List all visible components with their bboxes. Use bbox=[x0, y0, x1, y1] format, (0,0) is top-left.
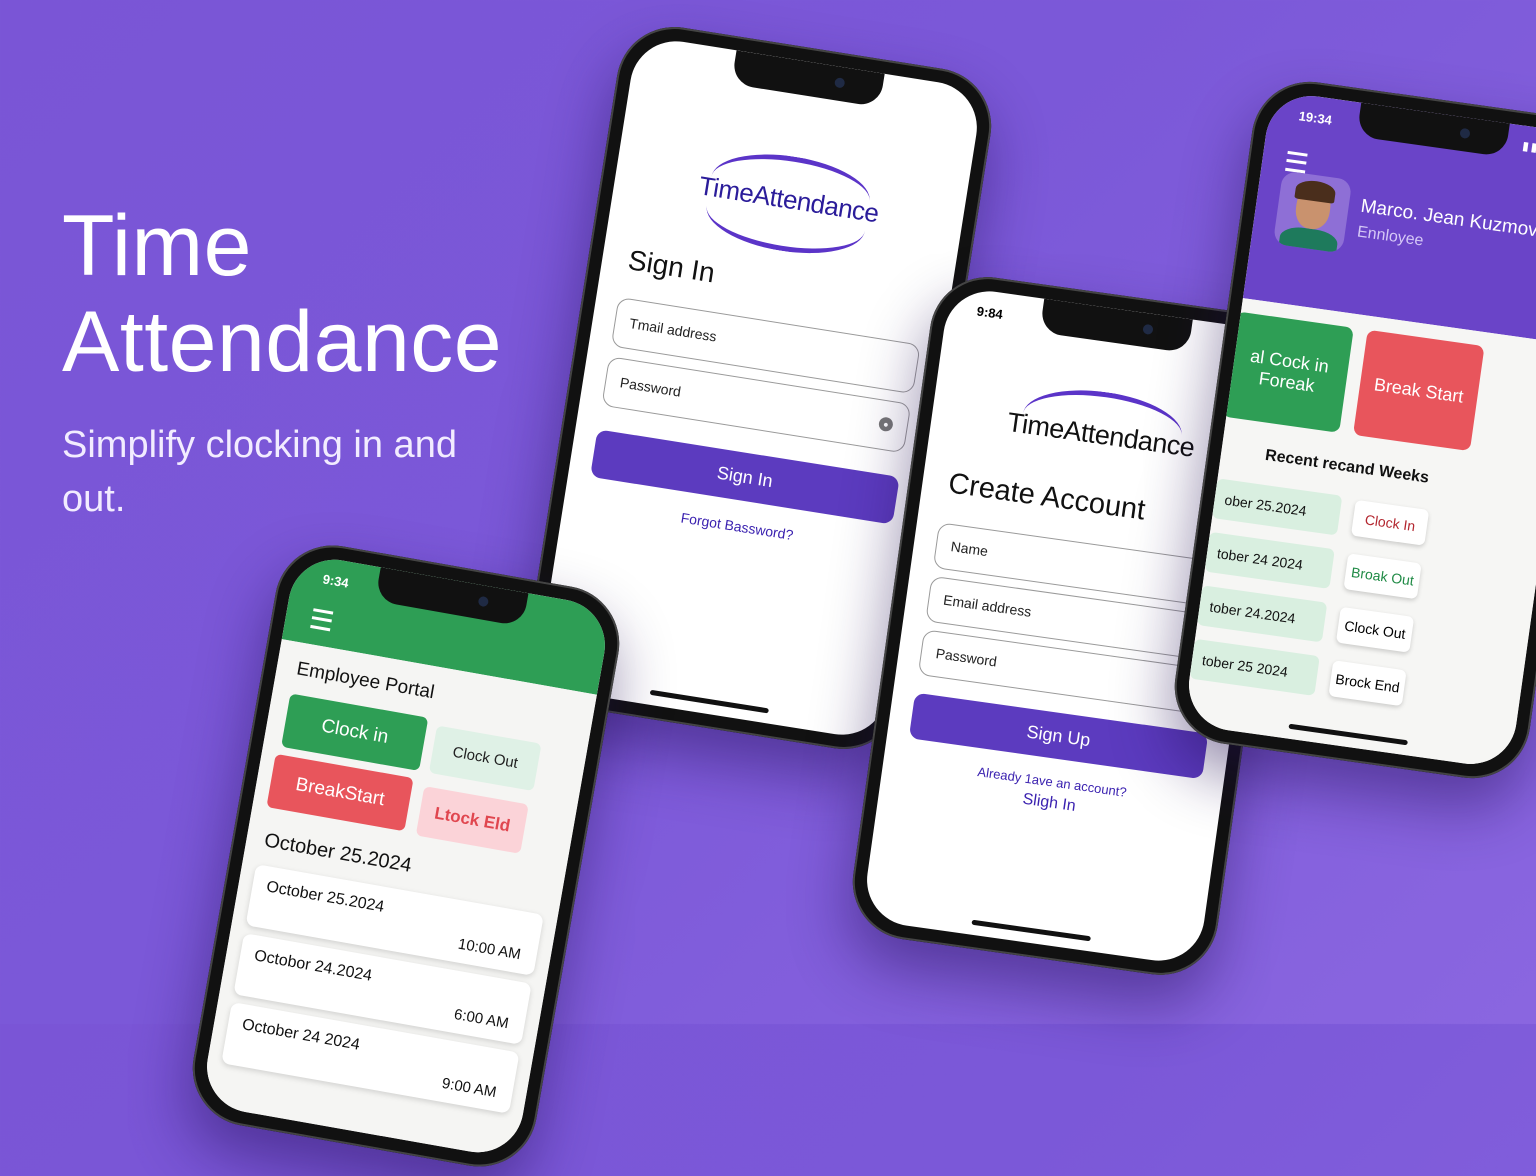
password-placeholder: Password bbox=[618, 374, 683, 400]
sign-in-title: Sign In bbox=[626, 244, 718, 289]
camera-icon bbox=[1142, 323, 1154, 336]
name-placeholder: Name bbox=[949, 538, 990, 560]
phone-employee-portal: 9:34 Employee Portal Clock in Clock Out … bbox=[183, 536, 629, 1176]
employee-portal-screen: 9:34 Employee Portal Clock in Clock Out … bbox=[199, 552, 613, 1160]
clock-end-button[interactable]: Ltock Eld bbox=[415, 786, 529, 854]
entry-time: 9:00 AM bbox=[440, 1074, 498, 1102]
clock-in-break-button[interactable]: al Cock in Foreak bbox=[1222, 311, 1354, 433]
app-logo: TimeAttendance bbox=[663, 138, 914, 264]
profile-screen: 19:34 ▮▮ ◔ ▭ Marco. Jean Kuzmov Ennloyee… bbox=[1183, 90, 1536, 770]
menu-icon[interactable] bbox=[1285, 150, 1308, 174]
password-placeholder: Password bbox=[934, 645, 998, 670]
status-time: 9:84 bbox=[975, 303, 1004, 322]
camera-icon bbox=[834, 77, 846, 89]
status-time: 9:34 bbox=[321, 571, 350, 591]
email-placeholder: Tmail address bbox=[628, 315, 718, 345]
entry-date: October 25.2024 bbox=[265, 878, 386, 916]
entry-time: 10:00 AM bbox=[456, 935, 523, 964]
entry-time: 6:00 AM bbox=[452, 1005, 510, 1033]
camera-icon bbox=[1459, 127, 1471, 140]
phone-profile: 19:34 ▮▮ ◔ ▭ Marco. Jean Kuzmov Ennloyee… bbox=[1167, 74, 1536, 786]
entry-date: Octobor 24.2024 bbox=[252, 947, 374, 985]
hero-title-line1: Time bbox=[62, 198, 252, 294]
menu-icon[interactable] bbox=[310, 608, 334, 632]
entry-date: October 24 2024 bbox=[240, 1016, 362, 1054]
home-indicator bbox=[649, 689, 769, 714]
hero-title-line2: Attendance bbox=[62, 294, 503, 390]
hero: Time Attendance Simplify clocking in and… bbox=[62, 198, 502, 526]
home-indicator bbox=[971, 919, 1091, 942]
clock-out-button[interactable]: Clock Out bbox=[428, 725, 542, 792]
status-time: 19:34 bbox=[1297, 108, 1333, 128]
signal-battery-icon: ▮▮ ◔ ▭ bbox=[1521, 138, 1536, 160]
notch bbox=[1039, 298, 1193, 354]
avatar bbox=[1272, 170, 1353, 254]
camera-icon bbox=[477, 595, 490, 608]
hero-subtitle: Simplify clocking in and out. bbox=[62, 424, 457, 520]
portal-body: Employee Portal Clock in Clock Out Break… bbox=[199, 639, 597, 1160]
email-placeholder: Email address bbox=[942, 591, 1033, 620]
employee-role: Ennloyee bbox=[1356, 223, 1425, 250]
show-password-icon[interactable]: ● bbox=[877, 416, 894, 433]
notch bbox=[731, 50, 885, 108]
break-start-button[interactable]: Break Start bbox=[1352, 329, 1485, 452]
